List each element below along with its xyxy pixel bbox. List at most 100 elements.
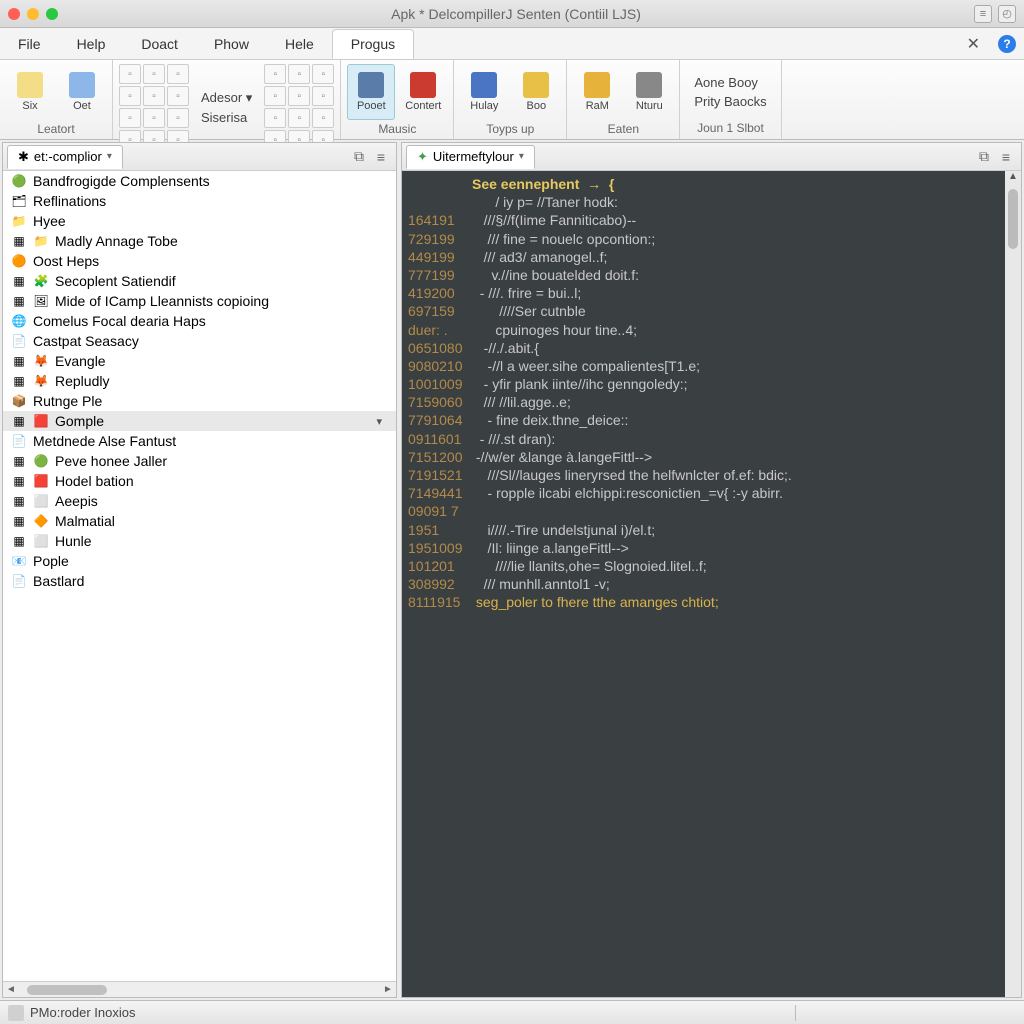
ribbon-icon xyxy=(17,72,43,98)
tree-item[interactable]: ▦🧩Secoplent Satiendif xyxy=(3,271,396,291)
small-button[interactable]: ▫ xyxy=(312,64,334,84)
tree-item[interactable]: 📄Metdnede Alse Fantust xyxy=(3,431,396,451)
tree-item[interactable]: ▦🖼Mide of ICamp Lleannists copioing xyxy=(3,291,396,311)
ribbon: SixOetLeatort▫▫▫▫▫▫▫▫▫▫▫▫Adesor ▾Siseris… xyxy=(0,60,1024,140)
menu-icon[interactable]: ≡ xyxy=(974,5,992,23)
small-button[interactable]: ▫ xyxy=(143,108,165,128)
help-icon[interactable]: ? xyxy=(998,35,1016,53)
item-icon: 🟢 xyxy=(33,453,49,469)
scroll-thumb[interactable] xyxy=(27,985,107,995)
list-icon: ▦ xyxy=(11,413,27,429)
small-button[interactable]: ▫ xyxy=(288,108,310,128)
ribbon-button-six[interactable]: Six xyxy=(6,64,54,120)
close-icon[interactable] xyxy=(8,8,20,20)
menu-hele[interactable]: Hele xyxy=(267,30,332,58)
ribbon-link[interactable]: Prity Baocks xyxy=(694,94,766,109)
tab-editor[interactable]: ✦ Uitermeftylour ▾ xyxy=(406,145,535,169)
menu-icon[interactable]: ≡ xyxy=(372,148,390,166)
small-button[interactable]: ▫ xyxy=(119,86,141,106)
tree-item[interactable]: 🟢Bandfrogigde Complensents xyxy=(3,171,396,191)
menu-icon[interactable]: ≡ xyxy=(997,148,1015,166)
small-button[interactable]: ▫ xyxy=(288,86,310,106)
scroll-up-icon[interactable]: ▲ xyxy=(1008,171,1018,187)
tree[interactable]: 🟢Bandfrogigde Complensents🗂Reflinations📁… xyxy=(3,171,396,981)
tree-item[interactable]: 🗂Reflinations xyxy=(3,191,396,211)
small-button[interactable]: ▫ xyxy=(167,64,189,84)
chevron-down-icon[interactable]: ▾ xyxy=(107,151,112,162)
menu-phow[interactable]: Phow xyxy=(196,30,267,58)
menu-help[interactable]: Help xyxy=(59,30,124,58)
tree-item[interactable]: 🌐Comelus Focal dearia Haps xyxy=(3,311,396,331)
menubar: FileHelpDoactPhowHeleProgus ✕ ? xyxy=(0,28,1024,60)
tree-item[interactable]: 📁Hyee xyxy=(3,211,396,231)
small-button[interactable]: ▫ xyxy=(143,64,165,84)
tree-item[interactable]: 📧Pople xyxy=(3,551,396,571)
horizontal-scrollbar[interactable]: ◄ ► xyxy=(3,981,396,997)
clock-icon[interactable]: ◴ xyxy=(998,5,1016,23)
minimize-icon[interactable] xyxy=(27,8,39,20)
small-button[interactable]: ▫ xyxy=(312,108,334,128)
tree-item[interactable]: ▦📁Madly Annage Tobe xyxy=(3,231,396,251)
item-label: Reflinations xyxy=(33,193,106,209)
code-editor[interactable]: See eennephent → { / iy p= //Taner hodk:… xyxy=(402,171,1021,997)
small-button[interactable]: ▫ xyxy=(312,86,334,106)
ribbon-button-hulay[interactable]: Hulay xyxy=(460,64,508,120)
tree-item[interactable]: ▦🟢Peve honee Jaller xyxy=(3,451,396,471)
ribbon-link[interactable]: Aone Booy xyxy=(694,75,766,90)
small-button[interactable]: ▫ xyxy=(288,64,310,84)
small-button[interactable]: ▫ xyxy=(264,86,286,106)
vertical-scrollbar[interactable]: ▲ xyxy=(1005,171,1021,997)
scroll-left-icon[interactable]: ◄ xyxy=(3,984,19,995)
scroll-thumb[interactable] xyxy=(1008,189,1018,249)
ribbon-button-contert[interactable]: Contert xyxy=(399,64,447,120)
tree-item[interactable]: 📄Bastlard xyxy=(3,571,396,591)
chevron-down-icon[interactable]: ▾ xyxy=(376,415,388,428)
tree-item[interactable]: ▦🟥Gomple▾ xyxy=(3,411,396,431)
tab-close-icon[interactable]: ✕ xyxy=(957,34,990,54)
menu-doact[interactable]: Doact xyxy=(123,30,196,58)
tree-item[interactable]: ▦🔶Malmatial xyxy=(3,511,396,531)
chevron-down-icon[interactable]: ▾ xyxy=(519,151,524,162)
maximize-icon[interactable] xyxy=(46,8,58,20)
ribbon-text-button[interactable]: Siserisa xyxy=(201,110,252,125)
item-label: Madly Annage Tobe xyxy=(55,233,178,249)
item-icon: 📄 xyxy=(11,333,27,349)
menu-file[interactable]: File xyxy=(0,30,59,58)
tree-item[interactable]: ▦🟥Hodel bation xyxy=(3,471,396,491)
ribbon-button-oet[interactable]: Oet xyxy=(58,64,106,120)
small-button[interactable]: ▫ xyxy=(119,108,141,128)
line-number: 7159060 xyxy=(402,393,472,411)
split-icon[interactable]: ⧉ xyxy=(975,148,993,166)
ribbon-text-button[interactable]: Adesor ▾ xyxy=(201,90,252,106)
small-button[interactable]: ▫ xyxy=(143,86,165,106)
line-number: 777199 xyxy=(402,266,472,284)
small-button[interactable]: ▫ xyxy=(264,64,286,84)
small-button[interactable]: ▫ xyxy=(167,108,189,128)
tree-item[interactable]: ▦🦊Evangle xyxy=(3,351,396,371)
code-line: 1951 i////.-Tire undelstjunal i)/el.t; xyxy=(402,521,1021,539)
tree-item[interactable]: ▦⬜Hunle xyxy=(3,531,396,551)
ribbon-button-nturu[interactable]: Nturu xyxy=(625,64,673,120)
ribbon-button-ram[interactable]: RaM xyxy=(573,64,621,120)
tree-item[interactable]: 🟠Oost Heps xyxy=(3,251,396,271)
line-text: ////Ser cutnble xyxy=(472,302,1021,320)
tab-explorer[interactable]: ✱ et:-complior ▾ xyxy=(7,145,123,169)
small-button[interactable]: ▫ xyxy=(264,108,286,128)
ribbon-button-boo[interactable]: Boo xyxy=(512,64,560,120)
item-label: Hunle xyxy=(55,533,92,549)
line-text: - yfir plank iinte//ihc genngoledy:; xyxy=(472,375,1021,393)
small-button[interactable]: ▫ xyxy=(167,86,189,106)
tree-item[interactable]: 📄Castpat Seasacy xyxy=(3,331,396,351)
line-number: duer: . xyxy=(402,321,472,339)
scroll-right-icon[interactable]: ► xyxy=(380,984,396,995)
split-icon[interactable]: ⧉ xyxy=(350,148,368,166)
line-number: 449199 xyxy=(402,248,472,266)
tree-item[interactable]: ▦🦊Repludly xyxy=(3,371,396,391)
tree-item[interactable]: ▦⬜Aeepis xyxy=(3,491,396,511)
small-button[interactable]: ▫ xyxy=(119,64,141,84)
tree-item[interactable]: 📦Rutnge Ple xyxy=(3,391,396,411)
list-icon: ▦ xyxy=(11,353,27,369)
code-line: See eennephent → { xyxy=(402,175,1021,193)
menu-progus[interactable]: Progus xyxy=(332,29,414,59)
ribbon-button-pooet[interactable]: Pooet xyxy=(347,64,395,120)
